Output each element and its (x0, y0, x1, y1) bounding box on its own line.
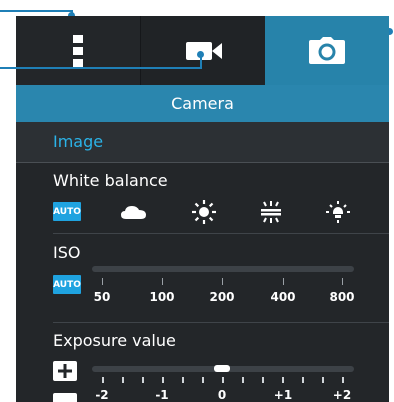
iso-value-label: 400 (270, 290, 296, 304)
ev-tick (182, 377, 184, 383)
exposure-increase-button[interactable] (53, 361, 77, 381)
white-balance-auto-button[interactable]: AUTO (53, 202, 81, 221)
ev-tick (202, 377, 204, 383)
iso-tick (102, 278, 103, 285)
ev-value-label: 0 (217, 388, 227, 402)
ev-value-label: -2 (95, 388, 109, 402)
ev-tick (322, 377, 324, 383)
ev-tick (222, 377, 224, 383)
wb-sunny-button[interactable] (189, 200, 219, 224)
exposure-decrease-button[interactable] (53, 393, 77, 402)
plus-icon (58, 364, 72, 378)
tab-photo[interactable] (265, 16, 389, 85)
white-balance-label: White balance (53, 171, 168, 190)
camera-header-title: Camera (171, 94, 234, 113)
wb-fluorescent-button[interactable] (256, 200, 286, 224)
ev-tick (302, 377, 304, 383)
tab-more-options[interactable] (16, 16, 140, 85)
iso-label: ISO (53, 243, 81, 262)
camera-header: Camera (16, 85, 389, 122)
iso-tick (283, 278, 284, 285)
ev-value-label: +1 (273, 388, 293, 402)
iso-slider-track[interactable] (92, 266, 354, 272)
divider-1 (53, 233, 389, 234)
ev-tick (282, 377, 284, 383)
ev-value-label: +2 (332, 388, 352, 402)
ev-tick (162, 377, 164, 383)
white-balance-auto-label: AUTO (53, 206, 81, 217)
iso-value-label: 200 (209, 290, 235, 304)
iso-value-label: 100 (149, 290, 175, 304)
section-title: Image (53, 132, 104, 151)
divider-2 (53, 322, 389, 323)
callout-dot-middle (197, 51, 204, 58)
iso-value-label: 800 (329, 290, 355, 304)
iso-auto-button[interactable]: AUTO (53, 275, 81, 294)
tab-video[interactable] (140, 16, 266, 85)
menu-dots-icon (73, 34, 83, 67)
exposure-slider-thumb[interactable] (214, 365, 230, 372)
ev-tick (142, 377, 144, 383)
callout-line-middle (0, 67, 202, 69)
video-camera-icon (185, 41, 222, 60)
ev-value-label: -1 (155, 388, 169, 402)
exposure-label: Exposure value (53, 331, 176, 350)
ev-tick (102, 377, 104, 383)
cloudy-icon (121, 206, 146, 219)
ev-tick (122, 377, 124, 383)
ev-tick (262, 377, 264, 383)
fluorescent-icon (261, 201, 281, 223)
iso-tick (342, 278, 343, 285)
photo-camera-icon (309, 36, 345, 64)
iso-value-label: 50 (93, 290, 111, 304)
callout-line-top (0, 10, 72, 12)
incandescent-icon (326, 201, 350, 223)
iso-tick (162, 278, 163, 285)
sunny-icon (192, 200, 216, 224)
iso-auto-label: AUTO (53, 279, 81, 290)
wb-cloudy-button[interactable] (119, 200, 149, 224)
wb-incandescent-button[interactable] (323, 200, 353, 224)
ev-tick (342, 377, 344, 383)
camera-settings-panel: Camera Image White balance AUTO ISO AUTO… (16, 16, 389, 402)
image-section-header: Image (16, 122, 389, 163)
iso-tick (222, 278, 223, 285)
tab-bar (16, 16, 389, 85)
ev-tick (242, 377, 244, 383)
